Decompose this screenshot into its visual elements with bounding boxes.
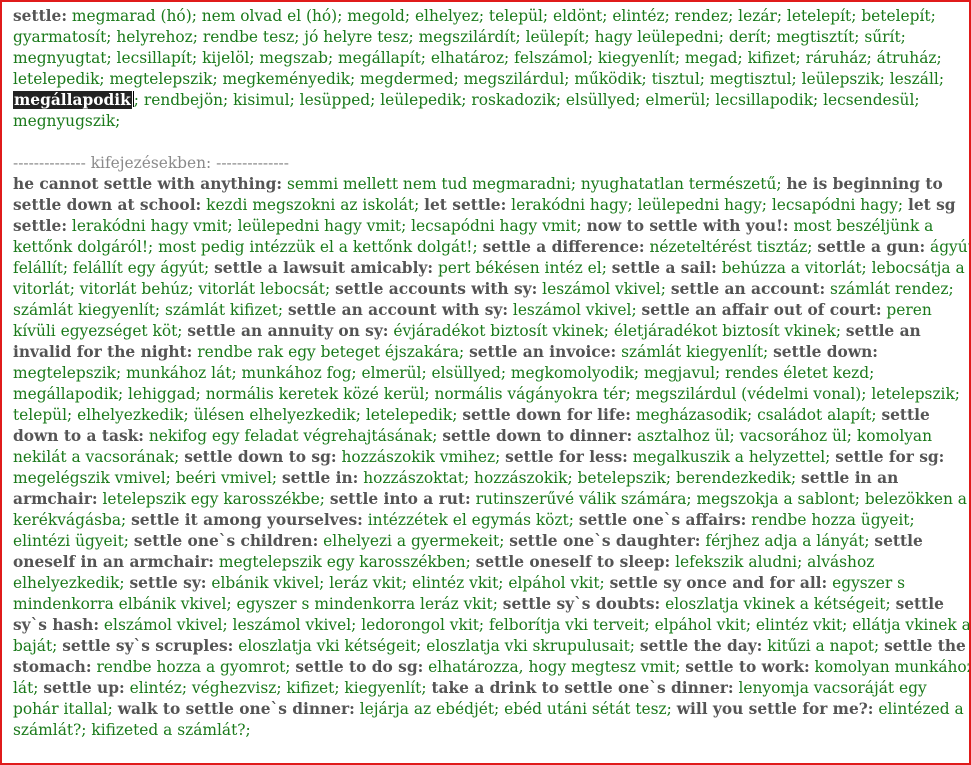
phrase-headword: walk to settle one`s dinner: [117,700,355,718]
phrase-headword: now to settle with you!: [586,217,789,235]
phrase-translation: eloszlatja vkinek a kétségeit; [660,595,896,613]
phrase-headword: settle sy: [129,574,207,592]
phrase-headword: he cannot settle with anything: [13,175,283,193]
entry-headword: settle: [13,7,67,25]
phrase-translation: elhelyezi a gyermekeit; [318,532,510,550]
phrase-translation: pert békésen intéz el; [433,259,612,277]
phrase-translation: semmi mellett nem tud megmaradni; nyugha… [282,175,787,193]
phrase-translation: letelepszik egy karosszékbe; [97,490,330,508]
phrase-translation: megalkuszik a helyzettel; [627,448,836,466]
phrase-translation: rendbe rak egy beteget éjszakára; [192,343,470,361]
phrase-headword: settle oneself to sleep: [475,553,671,571]
phrase-headword: settle for less: [505,448,628,466]
phrase-headword: settle sy`s doubts: [502,595,661,613]
phrase-translation: számlát kiegyenlít; [616,343,774,361]
phrase-headword: settle a sail: [611,259,717,277]
dictionary-content: settle: megmarad (hó); nem olvad el (hó)… [13,6,969,741]
phrase-translation: nézeteltérést tisztáz; [644,238,818,256]
phrase-headword: settle down to dinner: [442,427,633,445]
phrase-headword: settle it among yourselves: [131,511,363,529]
phrase-headword: settle an account: [670,280,826,298]
phrase-translation: évjáradékot biztosít vkinek; életjáradék… [388,322,846,340]
phrase-translation: leszámol vkivel; [537,280,671,298]
phrase-headword: settle the day: [639,637,763,655]
phrase-headword: settle a lawsuit amicably: [214,259,434,277]
phrase-translation: kezdi megszokni az iskolát; [201,196,425,214]
phrase-translation: lejárja az ebédjét; ebéd utáni sétát tes… [354,700,677,718]
phrase-translation: intézzétek el egymás közt; [362,511,579,529]
phrase-translation: lerakódni hagy vmit; leülepedni hagy vmi… [67,217,587,235]
phrase-translation: elintéz; véghezvisz; kifizet; kiegyenlít… [124,679,432,697]
dictionary-panel: settle: megmarad (hó); nem olvad el (hó)… [0,0,971,765]
phrase-translation: kitűzi a napot; [762,637,885,655]
phrase-translation: megtelepszik egy karosszékben; [213,553,476,571]
phrase-headword: settle a gun: [817,238,926,256]
phrase-headword: settle one`s children: [133,532,319,550]
phrase-headword: settle down for life: [462,406,631,424]
phrase-translation: megházasodik; családot alapít; [630,406,882,424]
phrase-headword: settle an account with sy: [287,301,508,319]
phrase-translation: lerakódni hagy; leülepedni hagy; lecsapó… [506,196,908,214]
phrase-translation: hozzászoktat; hozzászokik; betelepszik; … [358,469,802,487]
phrase-headword: settle sy`s scruples: [62,637,234,655]
phrase-headword: take a drink to settle one`s dinner: [431,679,734,697]
phrase-translation: megelégszik vmivel; beéri vmivel; [13,469,282,487]
phrase-headword: settle a difference: [482,238,645,256]
phrases-divider: -------------- kifejezésekben: ---------… [13,154,289,172]
phrase-headword: let settle: [424,196,507,214]
phrase-headword: settle an invoice: [469,343,617,361]
phrase-headword: will you settle for me?: [676,700,874,718]
phrase-list: he cannot settle with anything: semmi me… [13,174,969,741]
phrase-translation: rendbe hozza a gyomrot; [91,658,296,676]
phrase-translation: leszámol vkivel; [508,301,642,319]
phrase-headword: settle an annuity on sy: [187,322,389,340]
phrase-headword: settle to work: [685,658,810,676]
phrase-translation: elhatározza, hogy megtesz vmit; [423,658,686,676]
main-entry: settle: megmarad (hó); nem olvad el (hó)… [13,6,969,132]
phrase-headword: settle accounts with sy: [335,280,538,298]
selected-word[interactable]: megállapodik [13,91,132,109]
phrase-headword: settle one`s affairs: [578,511,747,529]
phrase-headword: settle one`s daughter: [509,532,701,550]
phrase-translation: hozzászokik vmihez; [336,448,506,466]
phrase-translation: eloszlatja vki kétségeit; eloszlatja vki… [233,637,640,655]
phrase-headword: settle for sg: [835,448,945,466]
entry-meanings: megmarad (hó); nem olvad el (hó); megold… [13,7,944,88]
phrase-headword: settle in: [281,469,359,487]
phrase-headword: settle into a rut: [329,490,471,508]
phrase-translation: elbánik vkivel; leráz vkit; elintéz vkit… [206,574,610,592]
phrase-headword: settle up: [43,679,125,697]
phrase-headword: settle to do sg: [295,658,424,676]
phrase-translation: nekifog egy feladat végrehajtásának; [143,427,443,445]
phrase-headword: settle down to sg: [184,448,337,466]
phrase-headword: settle down: [773,343,878,361]
phrase-headword: settle sy once and for all: [609,574,828,592]
entry-meanings-rest: ; rendbejön; kisimul; lesüpped; leüleped… [13,91,920,130]
phrase-translation: férjhez adja a lányát; [700,532,875,550]
phrase-headword: settle an affair out of court: [641,301,882,319]
